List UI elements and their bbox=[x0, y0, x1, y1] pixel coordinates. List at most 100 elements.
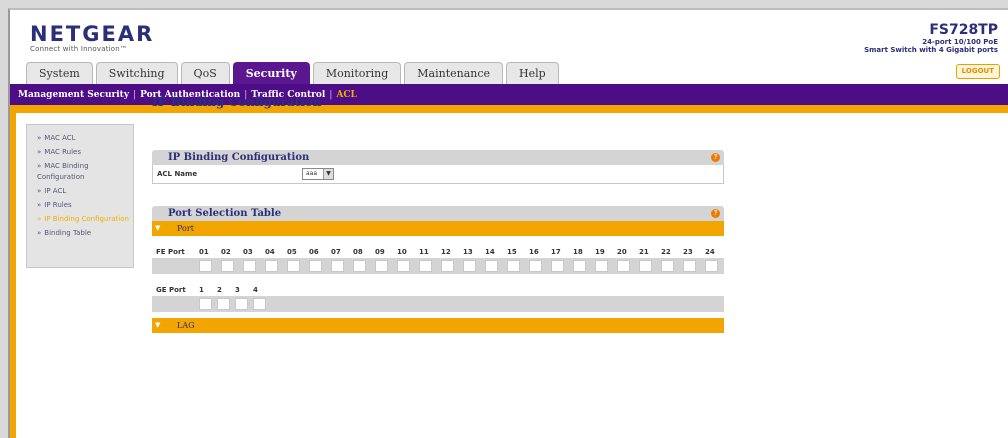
fe-port-checkbox-02[interactable] bbox=[221, 260, 234, 272]
acl-name-value: aaa bbox=[306, 170, 318, 177]
port-section-label: Port bbox=[177, 224, 194, 233]
tab-system[interactable]: System bbox=[26, 62, 93, 84]
fe-port-number: 21 bbox=[639, 248, 649, 256]
ge-port-checkbox-row bbox=[152, 296, 724, 312]
subnav-management-security[interactable]: Management Security bbox=[18, 90, 129, 100]
tab-qos[interactable]: QoS bbox=[180, 62, 230, 84]
fe-port-number: 20 bbox=[617, 248, 627, 256]
fe-port-checkbox-17[interactable] bbox=[551, 260, 564, 272]
tab-security[interactable]: Security bbox=[232, 62, 310, 84]
fe-port-checkbox-16[interactable] bbox=[529, 260, 542, 272]
ge-port-header: GE Port 1 2 3 4 bbox=[152, 282, 724, 296]
fe-port-number: 23 bbox=[683, 248, 693, 256]
fe-port-number: 14 bbox=[485, 248, 495, 256]
fe-port-checkbox-24[interactable] bbox=[705, 260, 718, 272]
fe-port-number: 09 bbox=[375, 248, 385, 256]
logout-button[interactable]: LOGOUT bbox=[955, 64, 1000, 79]
ge-port-checkbox-3[interactable] bbox=[235, 298, 248, 310]
fe-port-checkbox-01[interactable] bbox=[199, 260, 212, 272]
fe-port-number: 02 bbox=[221, 248, 231, 256]
fe-port-checkbox-03[interactable] bbox=[243, 260, 256, 272]
logo-wordmark: NETGEAR bbox=[30, 22, 155, 46]
ge-port-label: GE Port bbox=[156, 286, 186, 294]
model-name: FS728TP bbox=[929, 22, 998, 38]
acl-name-select[interactable]: aaa ▼ bbox=[302, 168, 334, 180]
fe-port-number: 04 bbox=[265, 248, 275, 256]
ge-port-number: 1 bbox=[199, 286, 204, 294]
tab-maintenance[interactable]: Maintenance bbox=[404, 62, 504, 84]
fe-port-checkbox-05[interactable] bbox=[287, 260, 300, 272]
fe-port-number: 07 bbox=[331, 248, 341, 256]
chevron-down-icon: ▼ bbox=[323, 169, 333, 179]
fe-port-number: 06 bbox=[309, 248, 319, 256]
model-desc-1: 24-port 10/100 PoE bbox=[922, 38, 998, 46]
port-panel-title: Port Selection Table bbox=[168, 208, 282, 219]
fe-port-checkbox-10[interactable] bbox=[397, 260, 410, 272]
help-icon[interactable]: ? bbox=[711, 153, 720, 162]
main-tabs: System Switching QoS Security Monitoring… bbox=[26, 62, 559, 84]
port-section-toggle[interactable]: ▼ Port bbox=[152, 221, 724, 236]
fe-port-number: 22 bbox=[661, 248, 671, 256]
model-desc-2: Smart Switch with 4 Gigabit ports bbox=[864, 46, 998, 54]
spacer bbox=[152, 236, 724, 244]
fe-port-checkbox-04[interactable] bbox=[265, 260, 278, 272]
fe-port-checkbox-21[interactable] bbox=[639, 260, 652, 272]
tab-help[interactable]: Help bbox=[506, 62, 559, 84]
fe-port-number: 17 bbox=[551, 248, 561, 256]
netgear-logo: NETGEAR Connect with Innovation™ bbox=[30, 22, 154, 53]
fe-port-checkbox-22[interactable] bbox=[661, 260, 674, 272]
port-panel-header: Port Selection Table ? bbox=[152, 206, 724, 221]
fe-port-checkbox-19[interactable] bbox=[595, 260, 608, 272]
sidebar-item-ip-binding-configuration[interactable]: » IP Binding Configuration bbox=[37, 214, 129, 225]
fe-port-number: 12 bbox=[441, 248, 451, 256]
spacer bbox=[152, 274, 724, 282]
fe-port-number: 11 bbox=[419, 248, 429, 256]
fe-port-number: 03 bbox=[243, 248, 253, 256]
lag-section-label: LAG bbox=[177, 321, 195, 330]
ge-port-checkbox-1[interactable] bbox=[199, 298, 212, 310]
fe-port-checkbox-06[interactable] bbox=[309, 260, 322, 272]
tab-switching[interactable]: Switching bbox=[95, 62, 178, 84]
fe-port-checkbox-09[interactable] bbox=[375, 260, 388, 272]
fe-port-checkbox-11[interactable] bbox=[419, 260, 432, 272]
expand-arrow-icon: ▼ bbox=[155, 224, 161, 232]
config-panel-header: IP Binding Configuration ? bbox=[152, 150, 724, 165]
sidebar: » MAC ACL » MAC Rules » MAC Binding Configu… bbox=[26, 124, 134, 268]
expand-arrow-icon: ▼ bbox=[155, 321, 161, 329]
fe-port-checkbox-15[interactable] bbox=[507, 260, 520, 272]
device-info: FS728TP 24-port 10/100 PoE Smart Switch … bbox=[864, 22, 998, 54]
ip-binding-config-panel: IP Binding Configuration ? ACL Name aaa … bbox=[152, 150, 724, 184]
ge-port-checkbox-4[interactable] bbox=[253, 298, 266, 310]
ge-port-number: 4 bbox=[253, 286, 258, 294]
accent-bar-left bbox=[10, 113, 16, 438]
help-icon[interactable]: ? bbox=[711, 209, 720, 218]
sidebar-item-ip-rules[interactable]: » IP Rules bbox=[37, 200, 129, 211]
sidebar-item-mac-rules[interactable]: » MAC Rules bbox=[37, 147, 129, 158]
fe-port-checkbox-23[interactable] bbox=[683, 260, 696, 272]
config-panel-title: IP Binding Configuration bbox=[168, 152, 310, 163]
fe-port-number: 24 bbox=[705, 248, 715, 256]
tab-monitoring[interactable]: Monitoring bbox=[312, 62, 402, 84]
fe-port-checkbox-07[interactable] bbox=[331, 260, 344, 272]
fe-port-checkbox-18[interactable] bbox=[573, 260, 586, 272]
fe-port-checkbox-20[interactable] bbox=[617, 260, 630, 272]
fe-port-label: FE Port bbox=[156, 248, 185, 256]
ge-port-checkbox-2[interactable] bbox=[217, 298, 230, 310]
fe-port-number: 18 bbox=[573, 248, 583, 256]
fe-port-checkbox-13[interactable] bbox=[463, 260, 476, 272]
lag-section-toggle[interactable]: ▼ LAG bbox=[152, 318, 724, 333]
fe-port-checkbox-12[interactable] bbox=[441, 260, 454, 272]
acl-name-label: ACL Name bbox=[157, 170, 198, 178]
page-title: IP Binding Configuration bbox=[152, 95, 322, 109]
ge-port-number: 3 bbox=[235, 286, 240, 294]
fe-port-checkbox-14[interactable] bbox=[485, 260, 498, 272]
sidebar-item-mac-acl[interactable]: » MAC ACL bbox=[37, 133, 129, 144]
fe-port-header: FE Port 01 02 03 04 05 06 07 08 09 10 11 12 13 14 15 16… bbox=[152, 244, 724, 258]
sidebar-item-mac-binding-configuration[interactable]: » MAC Binding Configuration bbox=[37, 161, 129, 183]
fe-port-number: 01 bbox=[199, 248, 209, 256]
sidebar-item-binding-table[interactable]: » Binding Table bbox=[37, 228, 129, 239]
fe-port-checkbox-08[interactable] bbox=[353, 260, 366, 272]
subnav-acl[interactable]: ACL bbox=[336, 90, 356, 100]
fe-port-number: 15 bbox=[507, 248, 517, 256]
sidebar-item-ip-acl[interactable]: » IP ACL bbox=[37, 186, 129, 197]
